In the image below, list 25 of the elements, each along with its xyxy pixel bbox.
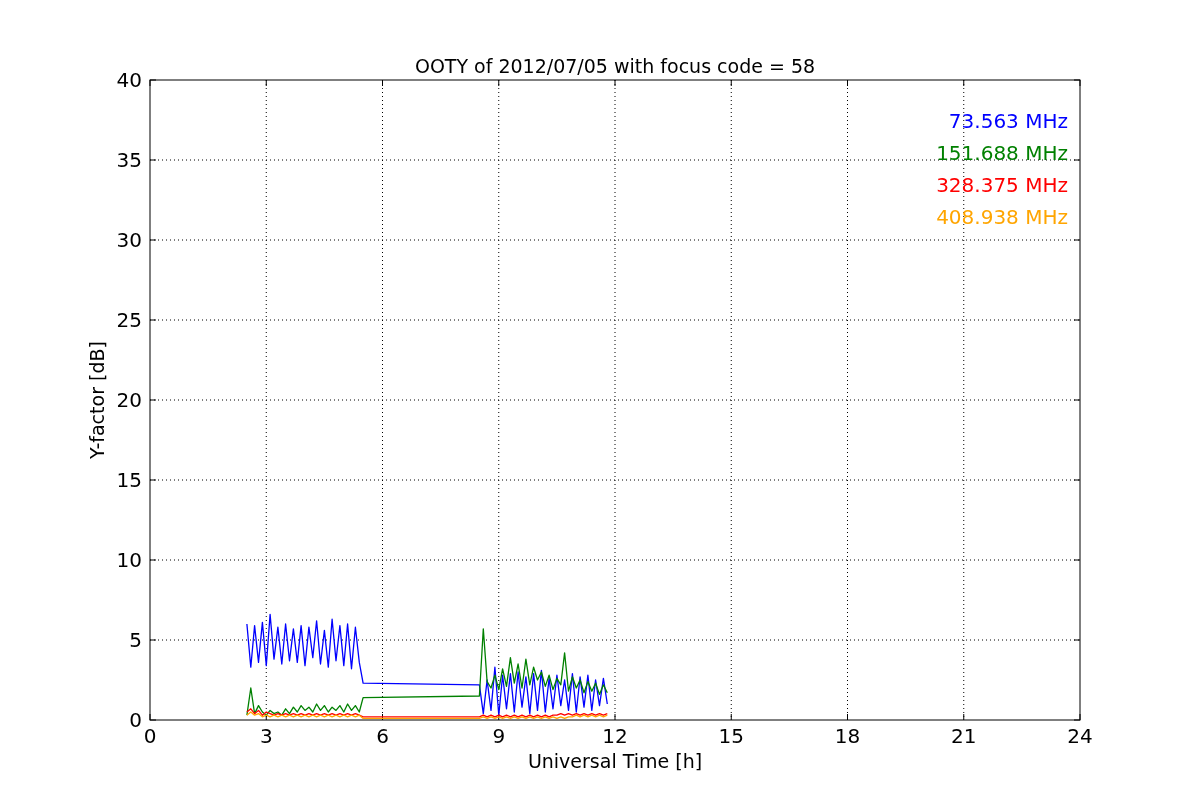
y-axis-label: Y-factor [dB] bbox=[86, 341, 108, 459]
x-tick-label: 3 bbox=[259, 724, 273, 748]
y-tick-label: 15 bbox=[116, 468, 142, 492]
x-tick-label: 18 bbox=[834, 724, 861, 748]
legend-label: 408.938 MHz bbox=[936, 205, 1068, 229]
x-tick-label: 12 bbox=[602, 724, 628, 748]
y-tick-label: 35 bbox=[116, 148, 142, 172]
y-tick-label: 0 bbox=[129, 708, 142, 732]
legend-label: 151.688 MHz bbox=[936, 141, 1068, 165]
x-axis-label: Universal Time [h] bbox=[527, 750, 703, 772]
x-tick-label: 21 bbox=[951, 724, 977, 748]
y-tick-label: 40 bbox=[116, 68, 142, 92]
chart-title: OOTY of 2012/07/05 with focus code = 58 bbox=[414, 55, 816, 77]
x-tick-label: 24 bbox=[1067, 724, 1093, 748]
legend-label: 73.563 MHz bbox=[948, 109, 1068, 133]
y-tick-label: 5 bbox=[129, 628, 142, 652]
y-tick-label: 25 bbox=[116, 308, 142, 332]
legend-label: 328.375 MHz bbox=[936, 173, 1068, 197]
x-tick-label: 15 bbox=[718, 724, 744, 748]
y-tick-label: 10 bbox=[116, 548, 142, 572]
y-tick-label: 20 bbox=[116, 388, 142, 412]
x-tick-label: 9 bbox=[492, 724, 506, 748]
y-tick-label: 30 bbox=[116, 228, 142, 252]
x-tick-label: 0 bbox=[143, 724, 157, 748]
x-tick-label: 6 bbox=[376, 724, 389, 748]
